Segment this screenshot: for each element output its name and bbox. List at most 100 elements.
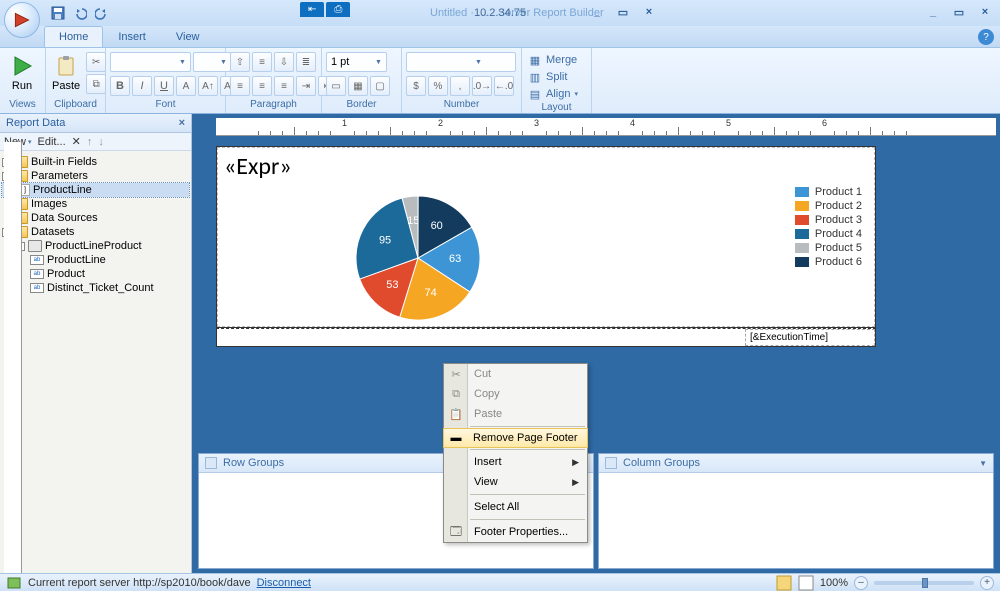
inner-minimize-button[interactable]: _ bbox=[586, 4, 608, 20]
rd-delete-button[interactable]: ✕ bbox=[72, 135, 81, 148]
tree-parameters[interactable]: -Parameters bbox=[2, 169, 189, 183]
context-menu[interactable]: ✂Cut ⧉Copy 📋Paste ▬Remove Page Footer In… bbox=[443, 363, 588, 543]
page-footer-region[interactable]: [&ExecutionTime] bbox=[216, 328, 876, 347]
border-preset-button[interactable]: ▢ bbox=[370, 76, 390, 96]
bold-button[interactable]: B bbox=[110, 76, 130, 96]
align-bottom-button[interactable]: ⇩ bbox=[274, 52, 294, 72]
align-left-button[interactable]: ≡ bbox=[230, 76, 250, 96]
rd-down-button[interactable]: ↓ bbox=[98, 136, 104, 148]
rd-up-button[interactable]: ↑ bbox=[87, 136, 93, 148]
group-paragraph-label: Paragraph bbox=[230, 99, 317, 111]
tree-datasources[interactable]: Data Sources bbox=[2, 211, 189, 225]
paste-button[interactable]: Paste bbox=[50, 52, 82, 94]
font-family-combo[interactable]: ▼ bbox=[110, 52, 191, 72]
legend-item: Product 1 bbox=[795, 186, 862, 198]
report-body-region[interactable]: «Expr» 637453951560 Product 1 Product 2 Pr… bbox=[216, 146, 876, 328]
font-size-input[interactable] bbox=[198, 56, 216, 68]
zoom-out-button[interactable]: – bbox=[854, 576, 868, 590]
tab-view[interactable]: View bbox=[161, 26, 215, 47]
legend-item: Product 2 bbox=[795, 200, 862, 212]
underline-button[interactable]: U bbox=[154, 76, 174, 96]
indent-button[interactable]: ⇥ bbox=[296, 76, 316, 96]
ctx-view[interactable]: View▶ bbox=[444, 472, 587, 492]
comma-button[interactable]: , bbox=[450, 76, 470, 96]
report-data-toolbar: New ▾ Edit... ✕ ↑ ↓ bbox=[0, 133, 191, 151]
dataset-icon bbox=[28, 240, 42, 252]
run-button[interactable]: Run bbox=[4, 52, 40, 94]
merge-button[interactable]: ▦Merge bbox=[526, 52, 579, 68]
inner-restore-button[interactable]: ▭ bbox=[612, 4, 634, 20]
disconnect-link[interactable]: Disconnect bbox=[257, 577, 311, 589]
ctx-footer-properties[interactable]: 🗔Footer Properties... bbox=[444, 522, 587, 542]
increase-decimal-button[interactable]: .0→ bbox=[472, 76, 492, 96]
number-format-input[interactable] bbox=[411, 56, 471, 68]
decrease-decimal-button[interactable]: ←.0 bbox=[494, 76, 514, 96]
rd-edit-button[interactable]: Edit... bbox=[38, 136, 66, 148]
design-surface-viewport[interactable]: «Expr» 637453951560 Product 1 Product 2 Pr… bbox=[192, 136, 1000, 453]
title-textbox[interactable]: «Expr» bbox=[224, 152, 868, 181]
close-pane-button[interactable]: × bbox=[179, 117, 185, 129]
tab-insert[interactable]: Insert bbox=[103, 26, 161, 47]
zoom-thumb[interactable] bbox=[922, 578, 928, 588]
zoom-slider[interactable] bbox=[874, 581, 974, 585]
chart-pie[interactable]: 637453951560 bbox=[328, 188, 508, 331]
copy-icon[interactable]: ⧉ bbox=[86, 74, 106, 94]
chevron-down-icon[interactable]: ▼ bbox=[979, 459, 987, 468]
context-tab-2[interactable]: ⎙ bbox=[326, 2, 350, 17]
inner-close-button[interactable]: × bbox=[638, 4, 660, 20]
ctx-copy[interactable]: ⧉Copy bbox=[444, 384, 587, 404]
border-width-input[interactable] bbox=[331, 56, 371, 68]
tree-field-product[interactable]: abProduct bbox=[2, 267, 189, 281]
tree-field-distinct-ticket-count[interactable]: abDistinct_Ticket_Count bbox=[2, 281, 189, 295]
report-data-tree[interactable]: +Built-in Fields -Parameters [ ]ProductL… bbox=[0, 151, 191, 299]
help-button[interactable]: ? bbox=[978, 29, 994, 45]
save-icon[interactable] bbox=[48, 3, 68, 23]
percent-button[interactable]: % bbox=[428, 76, 448, 96]
ctx-remove-page-footer[interactable]: ▬Remove Page Footer bbox=[443, 428, 588, 448]
tree-param-productline[interactable]: [ ]ProductLine bbox=[2, 183, 189, 197]
maximize-button[interactable]: ▭ bbox=[948, 4, 970, 20]
border-style-button[interactable]: ▭ bbox=[326, 76, 346, 96]
execution-time-textbox[interactable]: [&ExecutionTime] bbox=[745, 329, 875, 346]
tree-datasets[interactable]: -Datasets bbox=[2, 225, 189, 239]
tree-dataset-productlineproduct[interactable]: -ProductLineProduct bbox=[2, 239, 189, 253]
column-groups-pane[interactable]: Column Groups▼ bbox=[598, 453, 994, 569]
tree-images[interactable]: Images bbox=[2, 197, 189, 211]
close-button[interactable]: × bbox=[974, 4, 996, 20]
ctx-cut[interactable]: ✂Cut bbox=[444, 364, 587, 384]
border-width-combo[interactable]: ▼ bbox=[326, 52, 387, 72]
align-right-button[interactable]: ≡ bbox=[274, 76, 294, 96]
font-color-button[interactable]: A bbox=[176, 76, 196, 96]
cut-icon[interactable]: ✂ bbox=[86, 52, 106, 72]
align-button[interactable]: ▤Align ▾ bbox=[526, 86, 580, 102]
align-top-button[interactable]: ⇧ bbox=[230, 52, 250, 72]
minimize-button[interactable]: _ bbox=[922, 4, 944, 20]
number-format-combo[interactable]: ▼ bbox=[406, 52, 516, 72]
undo-icon[interactable] bbox=[70, 3, 90, 23]
design-mode-icon[interactable] bbox=[776, 575, 792, 591]
tree-field-productline[interactable]: abProductLine bbox=[2, 253, 189, 267]
grow-font-button[interactable]: A↑ bbox=[198, 76, 218, 96]
border-color-button[interactable]: ▦ bbox=[348, 76, 368, 96]
context-tab-1[interactable]: ⇤ bbox=[300, 2, 324, 17]
font-family-input[interactable] bbox=[115, 56, 175, 68]
ctx-select-all[interactable]: Select All bbox=[444, 497, 587, 517]
currency-button[interactable]: $ bbox=[406, 76, 426, 96]
tab-home[interactable]: Home bbox=[44, 26, 103, 47]
italic-button[interactable]: I bbox=[132, 76, 152, 96]
report-surface[interactable]: «Expr» 637453951560 Product 1 Product 2 Pr… bbox=[216, 146, 876, 347]
align-middle-button[interactable]: ≡ bbox=[252, 52, 272, 72]
split-button[interactable]: ▥Split bbox=[526, 69, 569, 85]
legend-swatch bbox=[795, 187, 809, 197]
ctx-insert[interactable]: Insert▶ bbox=[444, 452, 587, 472]
legend-item: Product 3 bbox=[795, 214, 862, 226]
tree-builtin[interactable]: +Built-in Fields bbox=[2, 155, 189, 169]
redo-icon[interactable] bbox=[92, 3, 112, 23]
align-center-button[interactable]: ≡ bbox=[252, 76, 272, 96]
zoom-in-button[interactable]: + bbox=[980, 576, 994, 590]
app-orb-button[interactable] bbox=[4, 2, 40, 38]
ctx-paste[interactable]: 📋Paste bbox=[444, 404, 587, 424]
list-button[interactable]: ≣ bbox=[296, 52, 316, 72]
preview-mode-icon[interactable] bbox=[798, 575, 814, 591]
quick-access-toolbar bbox=[48, 0, 112, 26]
